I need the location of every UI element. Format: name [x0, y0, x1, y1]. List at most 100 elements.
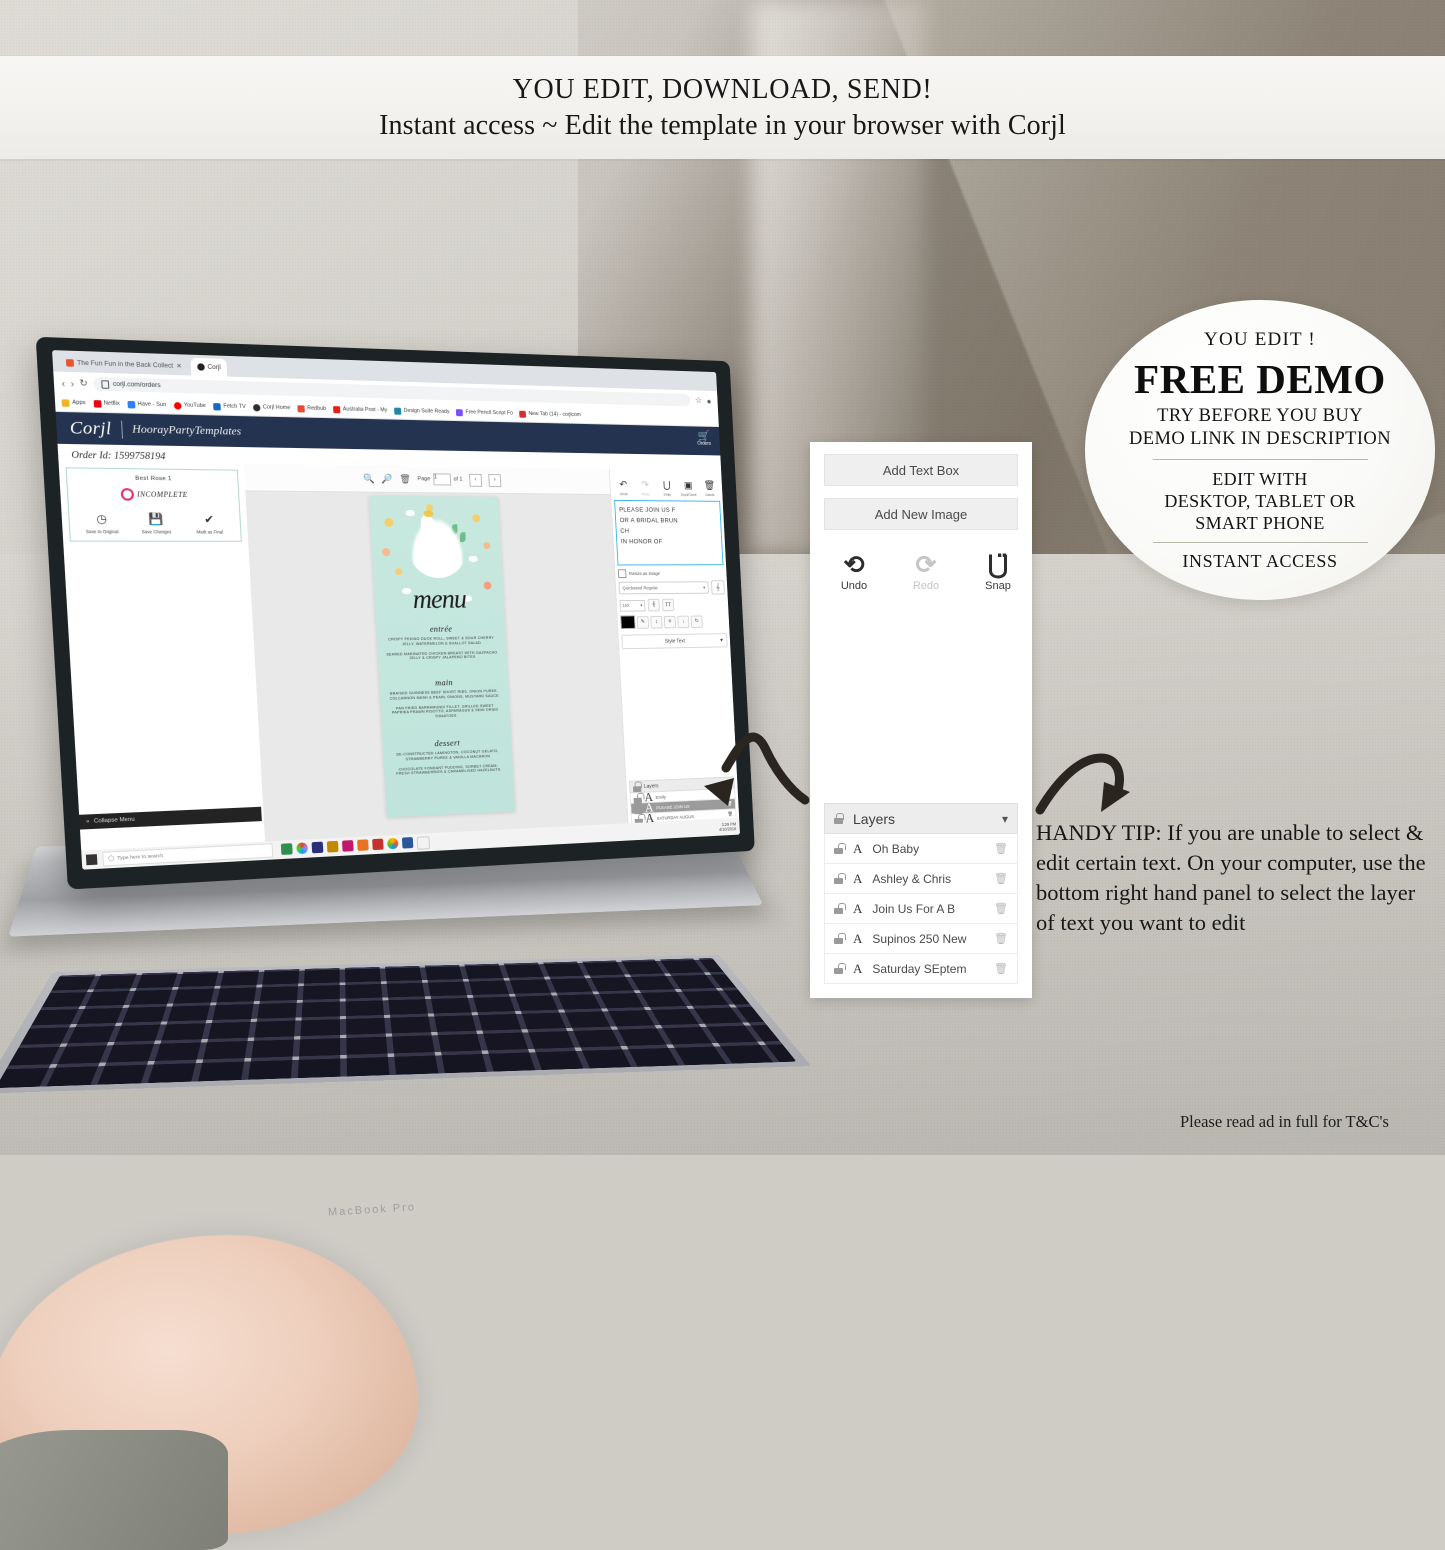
unlock-icon[interactable]	[834, 903, 846, 914]
bookmark-item[interactable]: Apps	[61, 398, 86, 407]
profile-icon[interactable]: ●	[706, 396, 711, 406]
windows-start-icon[interactable]	[85, 854, 98, 866]
eyedropper-button[interactable]: ✎	[636, 615, 650, 629]
delete-button[interactable]: 🗑 Delete	[700, 476, 719, 497]
bookmark-item[interactable]: Netflix	[93, 399, 120, 408]
panel-tool-row: ⟲ Undo ⟳ Redo ⋃̈ Snap	[810, 530, 1032, 592]
tab-close-icon[interactable]: ✕	[176, 363, 182, 370]
chevron-down-icon[interactable]: ▾	[1002, 812, 1008, 826]
star-icon[interactable]: ☆	[695, 395, 703, 406]
layer-name: PLEASE JOIN US	[656, 803, 690, 810]
mark-final-button[interactable]: ✔ Mark as Final	[187, 510, 231, 535]
snap-button[interactable]: ⋃̈ Snap	[976, 552, 1020, 592]
bookmark-item[interactable]: Free Pencil Script Fo	[456, 408, 513, 417]
bookmark-item[interactable]: Redbub	[297, 404, 326, 413]
back-icon[interactable]: ‹	[61, 378, 65, 389]
font-family-select[interactable]: Quicksand Regular ▾	[618, 581, 710, 595]
orders-button[interactable]: 🛒 Orders ▾	[697, 430, 723, 448]
app-icon[interactable]	[416, 835, 431, 850]
align-button[interactable]: ≡	[663, 615, 677, 628]
layer-row[interactable]: A Join Us For A B 🗑	[824, 894, 1018, 924]
app-icon[interactable]	[326, 840, 339, 853]
search-icon: ◯	[107, 855, 115, 862]
trash-icon[interactable]: 🗑	[727, 801, 732, 807]
bookmark-item[interactable]: Corjl Home	[252, 403, 291, 412]
zoom-out-icon[interactable]: 🔎	[381, 473, 393, 484]
prev-page-button[interactable]: ‹	[468, 473, 483, 487]
save-changes-button[interactable]: 💾 Save Changes	[134, 509, 178, 534]
duplicate-button[interactable]: ▣ Dupl/Clone	[679, 476, 698, 497]
app-icon[interactable]	[296, 841, 309, 854]
text-color-swatch[interactable]	[620, 615, 636, 630]
trash-icon[interactable]: 🗑	[994, 962, 1008, 975]
browser-tab-active[interactable]: Corjl	[189, 357, 228, 377]
bold-button[interactable]: 𝄞	[647, 598, 660, 612]
unlock-icon[interactable]	[834, 933, 846, 944]
snap-button[interactable]: ⋃ Snap	[657, 475, 676, 496]
undo-button[interactable]: ↶ Undo	[614, 475, 633, 496]
unlock-icon[interactable]	[834, 873, 846, 884]
unlock-icon[interactable]	[834, 963, 846, 974]
app-icon[interactable]	[341, 839, 354, 852]
trash-icon[interactable]: 🗑	[726, 791, 731, 797]
vertical-align-button[interactable]: ↓	[677, 615, 690, 628]
unlock-icon[interactable]	[633, 792, 645, 804]
layer-row[interactable]: A Ashley & Chris 🗑	[824, 864, 1018, 894]
text-edit-field[interactable]: PLEASE JOIN US F OR A BRIDAL BRUN CH IN …	[614, 499, 724, 566]
revert-to-original-button[interactable]: ◷ Save to Original	[79, 509, 124, 535]
bookmark-item[interactable]: Have - Sun	[127, 400, 166, 408]
trash-icon[interactable]: 🗑	[728, 811, 733, 817]
layers-header[interactable]: Layers ▾	[824, 803, 1018, 834]
app-icon[interactable]	[401, 836, 414, 849]
unlock-icon[interactable]	[634, 802, 645, 814]
unlock-icon[interactable]	[834, 843, 846, 854]
bookmark-item[interactable]: Design Suite Ready	[394, 407, 450, 415]
bookmark-item[interactable]: YouTube	[173, 401, 207, 410]
order-item-card[interactable]: Best Rose 1 INCOMPLETE ◷ Save to Origina…	[65, 467, 242, 542]
trash-icon[interactable]: 🗑	[994, 932, 1008, 945]
bookmark-label: YouTube	[183, 402, 207, 410]
next-page-button[interactable]: ›	[488, 473, 502, 487]
trash-icon[interactable]: 🗑	[994, 842, 1008, 855]
resize-as-image-checkbox[interactable]: Resize as Image	[617, 569, 724, 578]
chevron-up-icon[interactable]: ▴	[729, 780, 732, 786]
rotate-button[interactable]: ↻	[690, 615, 703, 628]
add-text-box-button[interactable]: Add Text Box	[824, 454, 1018, 486]
corjl-logo[interactable]: Corjl	[69, 418, 112, 440]
bookmark-item[interactable]: New Tab (14) - corjlcom	[519, 410, 581, 418]
app-icon[interactable]	[280, 842, 293, 855]
redo-button[interactable]: ↷ Redo	[636, 475, 655, 496]
zoom-in-icon[interactable]: 🔍	[363, 473, 375, 484]
bookmark-item[interactable]: Fetch TV	[213, 402, 246, 411]
taskbar-clock[interactable]: 3:29 PM 4/10/2019	[719, 822, 736, 832]
style-text-accordion[interactable]: Style Text ▾	[621, 633, 728, 650]
layer-row[interactable]: A Saturday SEptem 🗑	[824, 954, 1018, 984]
line-spacing-button[interactable]: ↕	[650, 615, 663, 629]
forward-icon[interactable]: ›	[70, 378, 74, 389]
browser-tab[interactable]: The Fun Fun in the Back Collect ✕	[58, 353, 189, 376]
bookmark-item[interactable]: Australia Post - My	[333, 405, 387, 414]
app-icon[interactable]	[387, 837, 399, 849]
add-new-image-button[interactable]: Add New Image	[824, 498, 1018, 530]
redo-button[interactable]: ⟳ Redo	[904, 552, 948, 592]
app-icon[interactable]	[372, 838, 384, 850]
layer-row[interactable]: A Oh Baby 🗑	[824, 834, 1018, 864]
menu-item: PAN FRIED BARRAMUNDI FILLET, GRILLED SWE…	[391, 703, 499, 719]
layer-row[interactable]: A Supinos 250 New 🗑	[824, 924, 1018, 954]
trash-icon[interactable]: 🗑	[994, 902, 1008, 915]
menu-template-preview[interactable]: menu entrée CRISPY PEKING DUCK ROLL, SWE…	[368, 495, 515, 818]
app-icon[interactable]	[357, 838, 369, 851]
canvas-toolbar: 🔍 🔎 🗑 Page 1 of 1 ‹ ›	[243, 463, 611, 496]
trash-icon[interactable]: 🗑	[399, 473, 411, 484]
bookmark-favicon-icon	[127, 400, 136, 408]
chevron-down-icon[interactable]: ▾	[720, 440, 723, 448]
page-input[interactable]: 1	[432, 473, 452, 486]
font-size-select[interactable]: 16X ▾	[619, 599, 646, 612]
tool-label: Undo	[840, 580, 868, 592]
trash-icon[interactable]: 🗑	[994, 872, 1008, 885]
text-case-button[interactable]: TT	[661, 598, 675, 612]
undo-button[interactable]: ⟲ Undo	[832, 552, 876, 592]
app-icon[interactable]	[311, 841, 324, 853]
font-preview-button[interactable]: 𝄞	[710, 580, 725, 595]
reload-icon[interactable]: ↻	[79, 377, 88, 389]
